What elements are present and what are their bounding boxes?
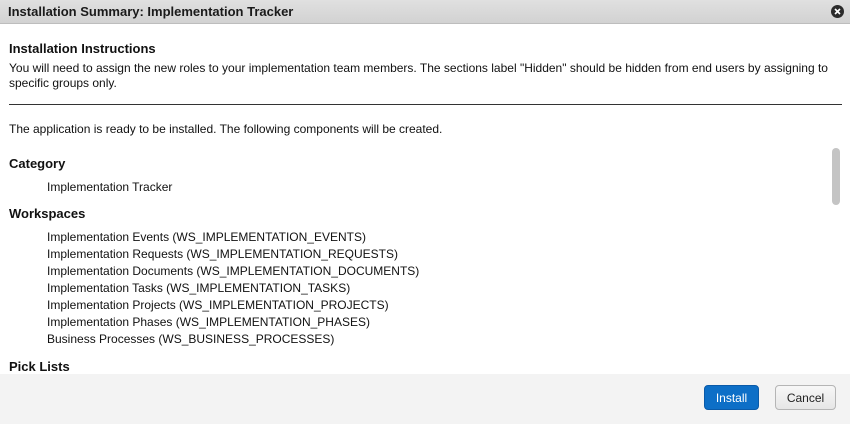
dialog-content: Installation Instructions You will need … (0, 24, 850, 374)
title-bar: Installation Summary: Implementation Tra… (0, 0, 850, 24)
list-item: Implementation Requests (WS_IMPLEMENTATI… (47, 247, 398, 261)
list-item: Implementation Phases (WS_IMPLEMENTATION… (47, 315, 370, 329)
list-item: Implementation Projects (WS_IMPLEMENTATI… (47, 298, 389, 312)
components-list[interactable]: Category Implementation Tracker Workspac… (0, 148, 842, 374)
instructions-heading: Installation Instructions (9, 41, 156, 56)
divider (9, 104, 842, 105)
close-icon (834, 8, 841, 15)
list-item: Implementation Documents (WS_IMPLEMENTAT… (47, 264, 420, 278)
list-item: Business Processes (WS_BUSINESS_PROCESSE… (47, 332, 335, 346)
list-item: Implementation Events (WS_IMPLEMENTATION… (47, 230, 366, 244)
installation-summary-dialog: Installation Summary: Implementation Tra… (0, 0, 850, 424)
cancel-button[interactable]: Cancel (775, 385, 836, 410)
instructions-text: You will need to assign the new roles to… (9, 61, 828, 90)
section-title-category: Category (9, 156, 66, 171)
list-item: Implementation Tasks (WS_IMPLEMENTATION_… (47, 281, 351, 295)
dialog-title: Installation Summary: Implementation Tra… (8, 4, 294, 19)
scrollbar[interactable] (832, 148, 840, 374)
list-item: Implementation Tracker (47, 180, 173, 194)
scrollbar-thumb[interactable] (832, 148, 840, 205)
install-button[interactable]: Install (704, 385, 759, 410)
section-title-workspaces: Workspaces (9, 206, 86, 221)
ready-message: The application is ready to be installed… (9, 122, 443, 136)
close-button[interactable] (831, 5, 844, 18)
dialog-footer: Install Cancel (0, 374, 850, 424)
section-title-pick-lists: Pick Lists (9, 359, 70, 374)
